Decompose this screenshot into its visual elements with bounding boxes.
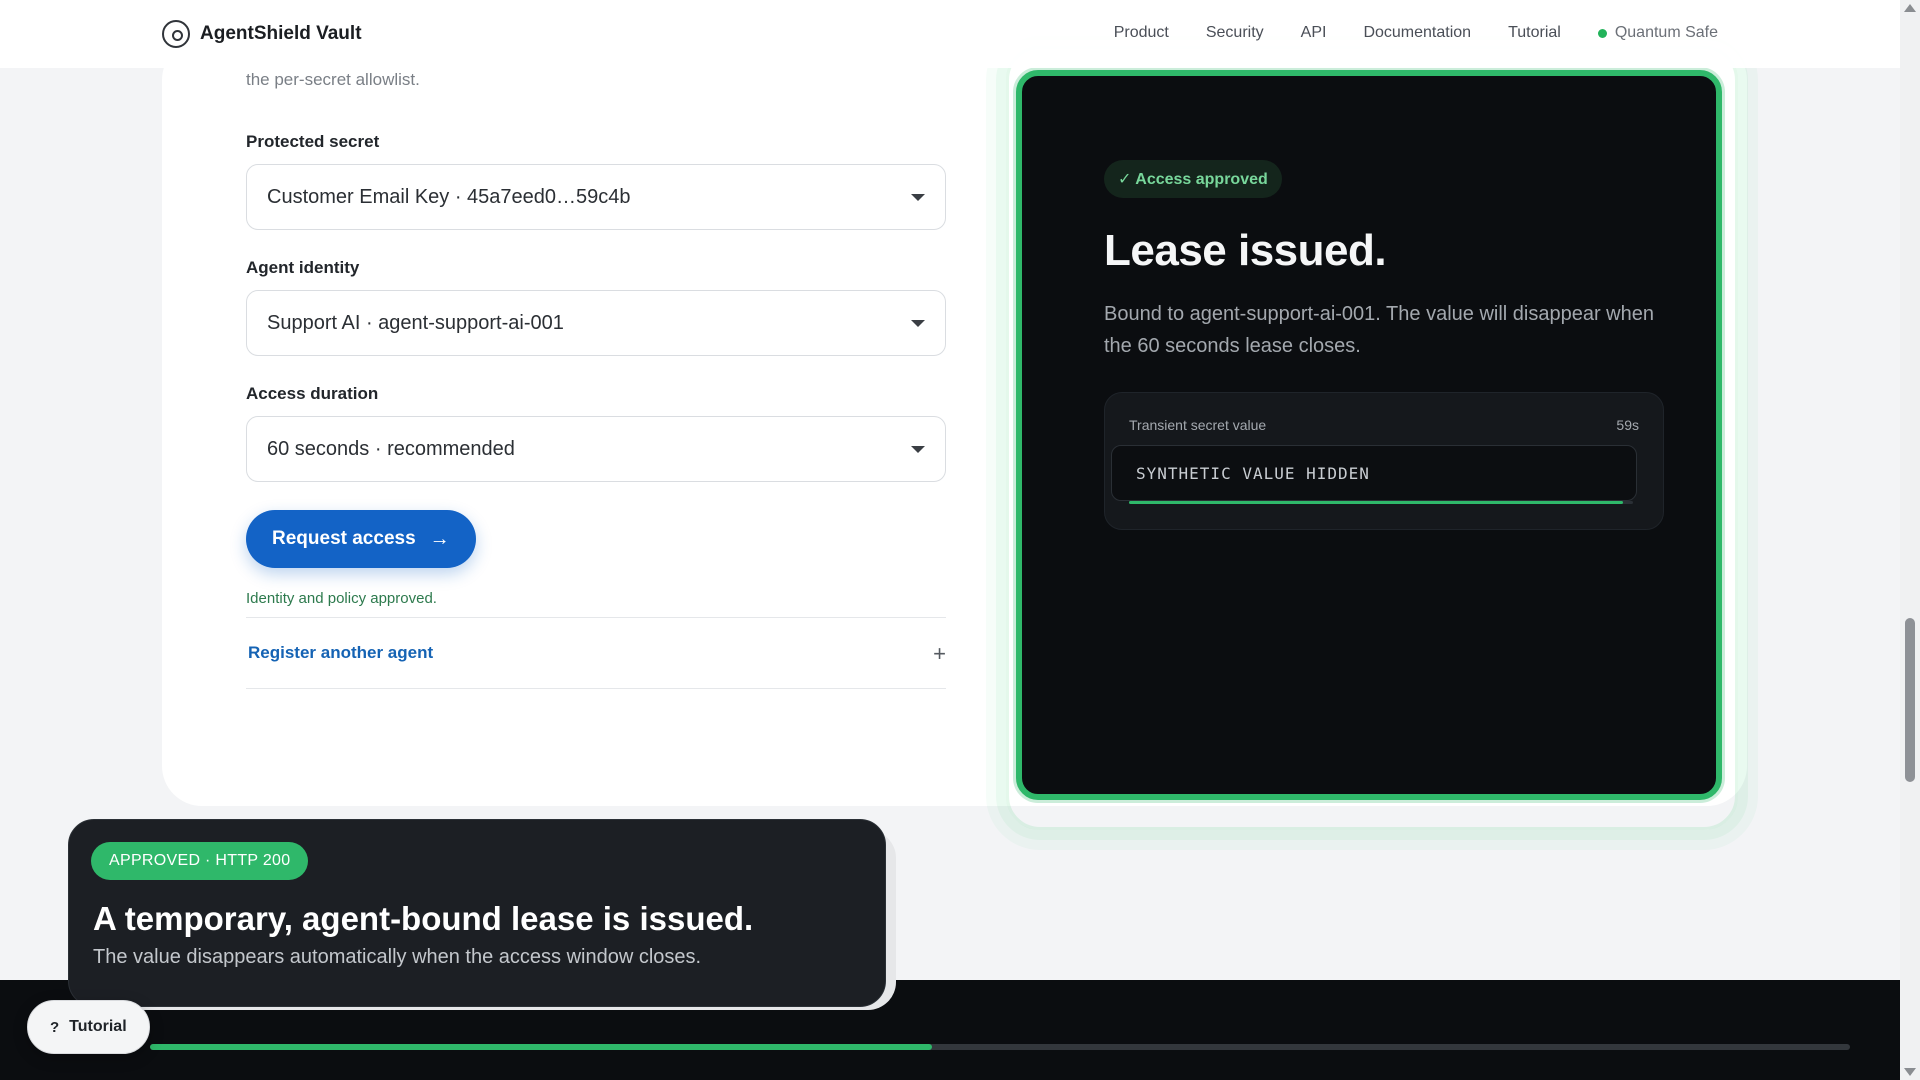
request-access-button[interactable]: Request access → bbox=[246, 510, 476, 568]
transient-secret-value: SYNTHETIC VALUE HIDDEN bbox=[1111, 445, 1637, 501]
nav-link-documentation[interactable]: Documentation bbox=[1363, 24, 1471, 42]
lease-timer: 59s bbox=[1616, 417, 1639, 433]
access-request-form: the per-secret allowlist. Protected secr… bbox=[246, 70, 946, 689]
protected-secret-value: Customer Email Key · 45a7eed0…59c4b bbox=[267, 185, 631, 208]
plus-icon[interactable]: + bbox=[933, 641, 946, 667]
access-duration-value: 60 seconds · recommended bbox=[267, 437, 515, 460]
register-agent-row[interactable]: Register another agent + bbox=[246, 617, 946, 689]
request-access-label: Request access bbox=[272, 528, 416, 549]
tutorial-progress-track bbox=[150, 1044, 1850, 1050]
protected-secret-label: Protected secret bbox=[246, 132, 380, 151]
lease-description: Bound to agent-support-ai-001. The value… bbox=[1104, 303, 1654, 357]
nav-link-api[interactable]: API bbox=[1301, 24, 1327, 42]
top-navigation: AgentShield Vault Product Security API D… bbox=[0, 0, 1900, 68]
nav-link-security[interactable]: Security bbox=[1206, 24, 1264, 42]
tutorial-button-label: Tutorial bbox=[69, 1018, 127, 1035]
register-agent-link[interactable]: Register another agent bbox=[248, 643, 433, 663]
access-duration-select[interactable]: 60 seconds · recommended bbox=[246, 416, 946, 482]
tutorial-button[interactable]: ? Tutorial bbox=[27, 1000, 150, 1054]
chevron-down-icon bbox=[911, 194, 925, 201]
nav-links: Product Security API Documentation Tutor… bbox=[1114, 24, 1718, 42]
status-label: Quantum Safe bbox=[1614, 24, 1718, 41]
agent-identity-select[interactable]: Support AI · agent-support-ai-001 bbox=[246, 290, 946, 356]
http-status-badge: APPROVED · HTTP 200 bbox=[91, 842, 309, 880]
agent-identity-label: Agent identity bbox=[246, 258, 360, 277]
access-approved-chip: ✓ Access approved bbox=[1104, 160, 1282, 198]
brand-name: AgentShield Vault bbox=[200, 23, 362, 44]
lease-title: Lease issued. bbox=[1104, 226, 1387, 275]
tutorial-card: APPROVED · HTTP 200 A temporary, agent-b… bbox=[68, 819, 886, 1007]
scroll-up-arrow-icon[interactable] bbox=[1904, 4, 1916, 12]
help-icon: ? bbox=[50, 1018, 60, 1036]
quantum-safe-status: Quantum Safe bbox=[1597, 24, 1718, 42]
form-intro-text: the per-secret allowlist. bbox=[246, 70, 420, 89]
shield-logo-icon bbox=[162, 20, 190, 48]
transient-secret-label: Transient secret value bbox=[1129, 417, 1267, 433]
approval-note: Identity and policy approved. bbox=[246, 590, 437, 607]
arrow-right-icon: → bbox=[429, 527, 450, 550]
scrollbar-thumb[interactable] bbox=[1905, 618, 1915, 782]
lease-panel: ✓ Access approved Lease issued. Bound to… bbox=[1016, 70, 1722, 800]
tutorial-description: The value disappears automatically when … bbox=[93, 946, 702, 968]
status-dot-icon bbox=[1597, 28, 1607, 38]
lease-countdown-fill bbox=[1129, 501, 1623, 504]
brand[interactable]: AgentShield Vault bbox=[162, 20, 362, 48]
chevron-down-icon bbox=[911, 446, 925, 453]
protected-secret-select[interactable]: Customer Email Key · 45a7eed0…59c4b bbox=[246, 164, 946, 230]
agent-identity-value: Support AI · agent-support-ai-001 bbox=[267, 311, 564, 334]
tutorial-progress-fill bbox=[150, 1044, 932, 1050]
chevron-down-icon bbox=[911, 320, 925, 327]
scroll-down-arrow-icon[interactable] bbox=[1904, 1068, 1916, 1076]
nav-link-tutorial[interactable]: Tutorial bbox=[1508, 24, 1561, 42]
access-duration-label: Access duration bbox=[246, 384, 379, 403]
lease-countdown-bar bbox=[1129, 501, 1633, 504]
transient-secret-box: Transient secret value 59s SYNTHETIC VAL… bbox=[1104, 392, 1664, 530]
page-scrollbar[interactable] bbox=[1900, 0, 1920, 1080]
tutorial-title: A temporary, agent-bound lease is issued… bbox=[93, 900, 754, 937]
nav-link-product[interactable]: Product bbox=[1114, 24, 1169, 42]
